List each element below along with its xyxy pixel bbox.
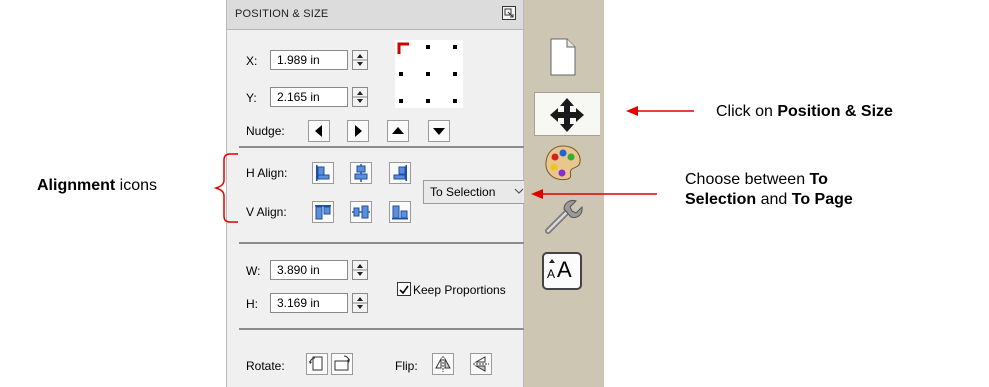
checkmark-icon <box>399 285 409 295</box>
annotation-alignment-icons: Alignment icons <box>37 177 158 194</box>
w-label: W: <box>246 264 261 278</box>
annotation-choose-target: Choose between To Selection and To Page <box>685 171 853 208</box>
position-size-panel: POSITION & SIZE X: 1.989 in Y: 2.165 in … <box>226 0 549 387</box>
h-input[interactable]: 3.169 in <box>270 293 348 313</box>
rotate-label: Rotate: <box>246 359 285 373</box>
text-size-small-a: A <box>547 267 556 281</box>
arrow-right-icon <box>355 125 362 137</box>
x-spinner[interactable] <box>352 50 368 70</box>
y-label: Y: <box>246 91 257 105</box>
nudge-label: Nudge: <box>246 124 285 138</box>
nudge-up-button[interactable] <box>387 120 409 142</box>
separator <box>239 328 525 330</box>
align-right-icon <box>393 165 407 181</box>
keep-proportions-label: Keep Proportions <box>413 283 506 297</box>
align-left-icon <box>316 165 330 181</box>
arrow-up-icon <box>392 127 404 134</box>
tab-position-size[interactable] <box>534 92 600 136</box>
separator <box>239 146 525 148</box>
flip-vertical-button[interactable] <box>470 353 492 375</box>
wrench-icon[interactable] <box>542 195 584 237</box>
page-icon[interactable] <box>542 36 584 78</box>
nudge-left-button[interactable] <box>308 120 330 142</box>
reference-point-grid[interactable] <box>395 40 463 108</box>
align-middle-vertical-button[interactable] <box>350 201 372 223</box>
expand-icon[interactable] <box>502 6 516 20</box>
rotate-right-button[interactable] <box>331 353 353 375</box>
nudge-down-button[interactable] <box>428 120 450 142</box>
move-arrows-icon <box>550 98 584 132</box>
h-spinner[interactable] <box>352 293 368 313</box>
align-bottom-icon <box>392 205 408 220</box>
annotation-arrow-tab <box>626 106 694 116</box>
annotation-click-position-size: Click on Position & Size <box>716 103 893 120</box>
h-label: H: <box>246 297 258 311</box>
flip-vertical-icon <box>473 356 489 372</box>
align-top-button[interactable] <box>312 201 334 223</box>
rotate-right-icon <box>334 355 350 371</box>
annotation-arrow-select <box>531 189 657 199</box>
palette-icon[interactable] <box>542 142 584 184</box>
nudge-right-button[interactable] <box>347 120 369 142</box>
align-right-button[interactable] <box>389 162 411 184</box>
align-middle-icon <box>352 205 370 219</box>
align-center-icon <box>354 164 368 182</box>
w-input[interactable]: 3.890 in <box>270 260 348 280</box>
panel-header: POSITION & SIZE <box>227 0 523 30</box>
annotation-brace <box>213 153 238 223</box>
flip-label: Flip: <box>395 359 418 373</box>
align-top-icon <box>315 205 331 220</box>
arrow-left-icon <box>315 125 322 137</box>
separator <box>239 242 525 244</box>
h-align-label: H Align: <box>246 166 288 180</box>
keep-proportions-checkbox[interactable] <box>397 282 411 296</box>
align-left-button[interactable] <box>312 162 334 184</box>
x-input[interactable]: 1.989 in <box>270 50 348 70</box>
arrow-down-icon <box>433 128 445 135</box>
panel-title: POSITION & SIZE <box>235 8 329 20</box>
x-label: X: <box>246 54 258 68</box>
flip-horizontal-icon <box>435 356 451 372</box>
align-bottom-button[interactable] <box>389 201 411 223</box>
w-spinner[interactable] <box>352 260 368 280</box>
rotate-left-button[interactable] <box>306 353 328 375</box>
y-input[interactable]: 2.165 in <box>270 87 348 107</box>
flip-horizontal-button[interactable] <box>432 353 454 375</box>
y-spinner[interactable] <box>352 87 368 107</box>
align-center-horizontal-button[interactable] <box>350 162 372 184</box>
rotate-left-icon <box>309 356 323 371</box>
text-size-large-a: A <box>557 257 572 282</box>
tab-text[interactable]: A A <box>542 252 582 290</box>
v-align-label: V Align: <box>246 205 287 219</box>
